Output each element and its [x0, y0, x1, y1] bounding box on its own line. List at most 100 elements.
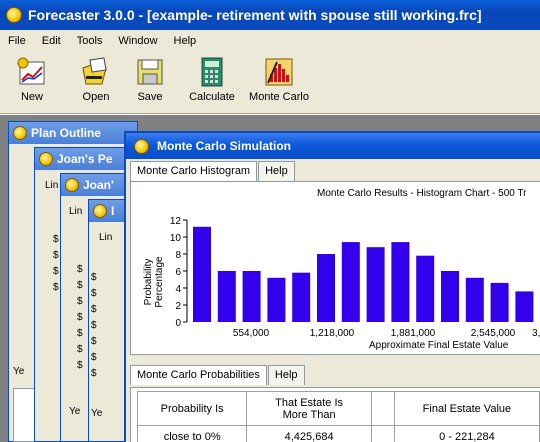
histogram-panel: Monte Carlo Results - Histogram Chart - … [130, 181, 540, 355]
histogram-bar [242, 271, 261, 322]
joan2-val-4: $ [77, 312, 83, 323]
monte-carlo-button-label: Monte Carlo [249, 91, 309, 103]
histogram-bar [292, 272, 311, 322]
menu-bar: File Edit Tools Window Help [0, 30, 540, 52]
joan1-val-4: $ [53, 282, 59, 293]
third-lin: Lin [99, 232, 113, 243]
joan1-val-2: $ [53, 250, 59, 261]
col-probability-is: Probability Is [136, 391, 248, 426]
save-button[interactable]: Save [132, 56, 168, 103]
monte-carlo-button[interactable]: Monte Carlo [248, 56, 310, 103]
third-ye: Ye [91, 408, 103, 419]
third-val-7: $ [91, 368, 97, 379]
third-val-2: $ [91, 288, 97, 299]
histogram-bar [391, 242, 410, 322]
window-title: Forecaster 3.0.0 - [example- retirement … [28, 7, 482, 23]
menu-help[interactable]: Help [174, 35, 197, 47]
joan2-val-6: $ [77, 344, 83, 355]
app-title-bar[interactable]: Forecaster 3.0.0 - [example- retirement … [0, 0, 540, 30]
joan2-val-1: $ [77, 264, 83, 275]
plan-outline-title-text: Plan Outline [31, 126, 102, 140]
menu-edit[interactable]: Edit [42, 35, 61, 47]
histogram-bar [416, 255, 435, 322]
third-val-3: $ [91, 304, 97, 315]
joan1-lin: Lin [45, 180, 59, 191]
third-window-title-text: I [111, 204, 115, 218]
histogram-bar [317, 254, 335, 322]
histogram-bar [441, 271, 459, 322]
chart-y-label-line-2: Percentage [154, 256, 165, 308]
open-button[interactable]: Open [76, 56, 116, 103]
cell-final-estate: 0 - 221,284 [393, 425, 540, 442]
cell-probability: close to 0% [136, 425, 248, 442]
histogram-bar [267, 277, 286, 322]
y-tick-label: 4 [175, 284, 181, 295]
col-final-estate-value: Final Estate Value [393, 391, 540, 426]
joan-window-1-title-text: Joan's Pe [57, 152, 113, 166]
chart-x-label: Approximate Final Estate Value [369, 340, 509, 351]
joan1-val-3: $ [53, 266, 59, 277]
table-header-row: Probability Is That Estate Is More Than … [136, 391, 540, 426]
tab-monte-carlo-histogram[interactable]: Monte Carlo Histogram [130, 161, 258, 181]
window-sun-icon [13, 126, 27, 140]
third-val-1: $ [91, 272, 97, 283]
y-tick-label: 6 [175, 267, 181, 278]
cell-more-than: 4,425,684 [246, 425, 372, 442]
third-val-6: $ [91, 352, 97, 363]
window-sun-icon [65, 178, 79, 192]
chart-y-label: Probability Percentage [143, 256, 165, 308]
histogram-bar [515, 291, 534, 322]
y-tick-label: 10 [170, 233, 182, 244]
x-tick-label: 2,545,000 [471, 328, 516, 339]
monte-carlo-title-bar[interactable]: Monte Carlo Simulation [126, 133, 540, 159]
x-tick-label: 3,2 [532, 328, 540, 339]
table-row[interactable]: close to 0% 4,425,684 0 - 221,284 [136, 425, 540, 442]
window-sun-icon [134, 138, 149, 154]
joan2-val-3: $ [77, 296, 83, 307]
menu-file[interactable]: File [8, 35, 26, 47]
probability-table: Probability Is That Estate Is More Than … [136, 391, 540, 442]
x-tick-label: 1,881,000 [391, 328, 436, 339]
y-tick-label: 2 [175, 301, 181, 312]
tab-help[interactable]: Help [258, 161, 295, 181]
y-tick-label: 0 [175, 318, 181, 329]
new-button[interactable]: New [14, 56, 50, 103]
new-chart-icon [16, 56, 48, 88]
calculate-button-label: Calculate [189, 91, 235, 103]
toolbar: New Open Save Calculate Monte Carlo [0, 52, 540, 114]
window-sun-icon [93, 204, 107, 218]
joan2-val-2: $ [77, 280, 83, 291]
tab-monte-carlo-probabilities[interactable]: Monte Carlo Probabilities [130, 365, 267, 385]
joan2-val-7: $ [77, 360, 83, 371]
histogram-bar [341, 242, 360, 322]
joan-window-2-title: Joan' [61, 174, 133, 196]
joan-window-2-title-text: Joan' [83, 178, 114, 192]
plan-outline-ye: Ye [13, 366, 25, 377]
new-button-label: New [20, 91, 43, 103]
tab-probabilities-help[interactable]: Help [267, 365, 305, 385]
probability-panel: Probability Is That Estate Is More Than … [130, 387, 540, 442]
col-estate-more-than: That Estate Is More Than [246, 391, 372, 426]
app-sun-icon [6, 7, 22, 23]
menu-window[interactable]: Window [118, 35, 157, 47]
joan2-val-5: $ [77, 328, 83, 339]
histogram-bar [465, 277, 484, 322]
x-tick-label: 1,218,000 [310, 328, 355, 339]
window-sun-icon [39, 152, 53, 166]
open-folder-icon [80, 56, 112, 88]
joan1-val-1: $ [53, 234, 59, 245]
probability-tabs: Monte Carlo Probabilities Help [130, 365, 306, 385]
third-val-4: $ [91, 320, 97, 331]
monte-carlo-title: Monte Carlo Simulation [157, 139, 292, 153]
chart-y-label-line-1: Probability [143, 259, 154, 306]
histogram-bar [366, 247, 385, 322]
menu-tools[interactable]: Tools [77, 35, 103, 47]
monte-carlo-icon [263, 56, 295, 88]
joan-window-1-title: Joan's Pe [35, 148, 133, 170]
plan-outline-title: Plan Outline [9, 122, 137, 144]
calculate-button[interactable]: Calculate [186, 56, 238, 103]
histogram-bar [490, 282, 509, 322]
monte-carlo-window[interactable]: Monte Carlo Simulation Monte Carlo Histo… [124, 131, 540, 442]
histogram-tabs: Monte Carlo Histogram Help [130, 161, 296, 181]
col-blank [370, 391, 395, 426]
